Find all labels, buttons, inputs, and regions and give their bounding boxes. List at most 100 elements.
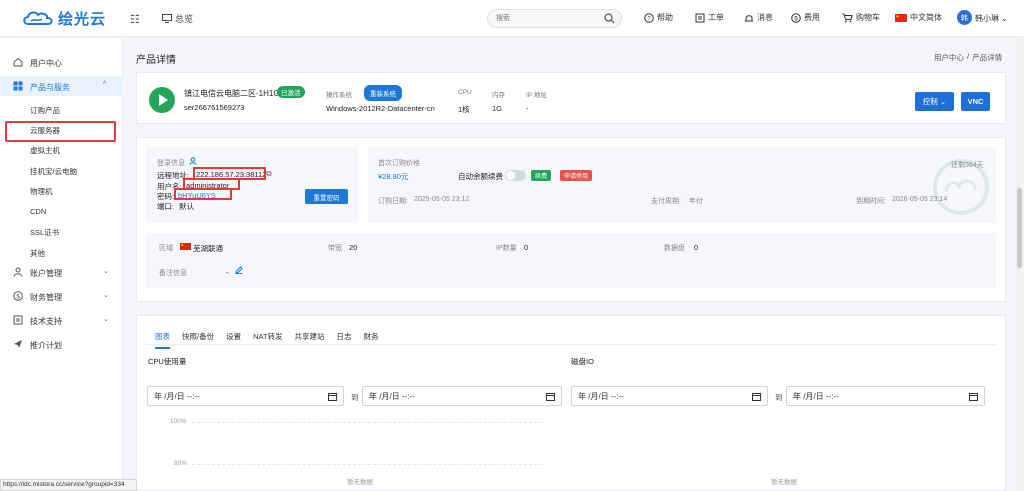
sidebar-item-finance[interactable]: $ 财务管理 ⌄ bbox=[0, 286, 123, 306]
sidebar-item-referral[interactable]: 推介计划 bbox=[0, 334, 123, 354]
tab-settings[interactable]: 设置 bbox=[226, 331, 241, 349]
money-icon: $ bbox=[13, 291, 23, 301]
overview-link[interactable]: 总览 bbox=[162, 12, 193, 25]
tab-logs[interactable]: 日志 bbox=[337, 331, 352, 349]
menu-toggle-icon[interactable]: ☷ bbox=[130, 13, 140, 26]
remark-value: - bbox=[226, 268, 229, 277]
cpu-label: CPU bbox=[458, 89, 472, 96]
tab-snapshot[interactable]: 快照/备份 bbox=[182, 331, 214, 349]
calendar-icon[interactable] bbox=[546, 392, 555, 401]
extra-info-panel bbox=[146, 233, 996, 288]
sidebar-subitem-other[interactable]: 其他 bbox=[30, 248, 45, 259]
date-value: 年 /月/日 --:-- bbox=[793, 391, 839, 401]
tab-divider bbox=[146, 344, 996, 345]
sidebar-item-account[interactable]: 账户管理 ⌄ bbox=[0, 262, 123, 282]
date-value: 年 /月/日 --:-- bbox=[578, 391, 624, 401]
search-input[interactable] bbox=[488, 10, 598, 27]
user-menu[interactable]: 韩小琳 ⌄ bbox=[975, 13, 1008, 24]
copy-icon[interactable]: ⧉ bbox=[266, 169, 272, 179]
avatar[interactable]: 韩 bbox=[957, 10, 972, 25]
sidebar-subitem-virtual-host[interactable]: 虚拟主机 bbox=[30, 145, 60, 156]
sidebar-subitem-cloud-pc[interactable]: 挂机宝/云电脑 bbox=[30, 166, 77, 177]
date-value: 年 /月/日 --:-- bbox=[154, 391, 200, 401]
tab-shared-site[interactable]: 共享建站 bbox=[295, 331, 325, 349]
sidebar-subitem-cdn[interactable]: CDN bbox=[30, 207, 46, 216]
ticket-label: 工单 bbox=[708, 13, 724, 22]
product-id: ser266761569273 bbox=[184, 103, 245, 112]
bell-icon bbox=[745, 14, 753, 21]
language-switch[interactable]: 中文简体 bbox=[895, 12, 942, 23]
auto-renew-label: 自动余额续费 bbox=[458, 172, 503, 181]
language-label: 中文简体 bbox=[910, 13, 942, 22]
disk-start-date-input[interactable]: 年 /月/日 --:-- bbox=[571, 386, 768, 406]
reset-password-button[interactable]: 重置密码 bbox=[305, 189, 348, 204]
sidebar-item-label: 技术支持 bbox=[30, 317, 62, 326]
tab-charts[interactable]: 图表 bbox=[155, 331, 170, 349]
grid-icon bbox=[13, 81, 23, 91]
sidebar-subitem-ssl[interactable]: SSL证书 bbox=[30, 227, 59, 238]
sidebar-subitem-order[interactable]: 订购产品 bbox=[30, 105, 60, 116]
remaining-days: 还剩364天 bbox=[951, 162, 984, 169]
chevron-up-icon: ^ bbox=[103, 81, 107, 88]
cancel-service-button[interactable]: 申请停用 bbox=[560, 170, 593, 181]
sidebar-subitem-physical[interactable]: 物理机 bbox=[30, 186, 53, 197]
chevron-down-icon: ⌄ bbox=[103, 316, 109, 323]
disk-label: 数据盘 bbox=[664, 245, 685, 252]
sidebar-item-label: 产品与服务 bbox=[30, 83, 70, 92]
auto-renew-toggle[interactable] bbox=[505, 170, 526, 181]
breadcrumb-home[interactable]: 用户中心 bbox=[934, 52, 964, 63]
cpu-start-date-input[interactable]: 年 /月/日 --:-- bbox=[147, 386, 344, 406]
cycle-value: 年付 bbox=[689, 198, 703, 205]
logo[interactable]: 绘光云 bbox=[22, 8, 106, 29]
expire-value: 2026-05-05 23:14 bbox=[892, 196, 948, 203]
cpu-chart-title: CPU使用量 bbox=[148, 357, 187, 366]
ip-count-value: 0 bbox=[524, 243, 529, 252]
fees-link[interactable]: $ 费用 bbox=[791, 12, 820, 23]
region-label: 区域 bbox=[159, 245, 173, 252]
page-scrollbar[interactable] bbox=[1015, 38, 1024, 491]
price-value: ¥28.80元 bbox=[378, 172, 409, 181]
cart-label: 购物车 bbox=[856, 13, 880, 22]
ip-value: - bbox=[526, 104, 529, 113]
disk-value: 0 bbox=[694, 243, 699, 252]
calendar-icon[interactable] bbox=[328, 392, 337, 401]
reinstall-button[interactable]: 重装系统 bbox=[364, 85, 402, 101]
calendar-icon[interactable] bbox=[752, 392, 761, 401]
calendar-icon[interactable] bbox=[969, 392, 978, 401]
vnc-button[interactable]: VNC bbox=[961, 92, 990, 111]
bandwidth-value: 20 bbox=[349, 243, 358, 252]
breadcrumb: 用户中心 / 产品详情 bbox=[934, 52, 1002, 63]
sidebar-item-user-center[interactable]: 用户中心 bbox=[0, 52, 123, 72]
search-box[interactable] bbox=[487, 9, 622, 28]
edit-icon[interactable] bbox=[235, 266, 243, 274]
tab-finance[interactable]: 财务 bbox=[364, 331, 379, 349]
home-icon bbox=[13, 57, 23, 67]
disk-end-date-input[interactable]: 年 /月/日 --:-- bbox=[786, 386, 985, 406]
os-value: Windows-2012R2-Datacenter-cn bbox=[326, 104, 435, 113]
china-flag-icon bbox=[180, 243, 191, 250]
highlight-box bbox=[5, 121, 116, 142]
tab-nat[interactable]: NAT转发 bbox=[253, 331, 282, 349]
breadcrumb-current: 产品详情 bbox=[972, 53, 1003, 62]
yen-icon: $ bbox=[791, 12, 801, 23]
user-outline-icon bbox=[189, 157, 197, 165]
chevron-down-icon: ⌄ bbox=[103, 292, 109, 299]
help-link[interactable]: ? 帮助 bbox=[644, 12, 673, 23]
cycle-label: 支付周期: bbox=[651, 198, 681, 205]
ticket-link[interactable]: 工单 bbox=[695, 12, 724, 23]
sidebar-item-label: 推介计划 bbox=[30, 341, 62, 350]
y-axis-tick: 80% bbox=[174, 460, 188, 467]
cart-link[interactable]: 购物车 bbox=[842, 12, 880, 23]
top-bar: 绘光云 ☷ 总览 ? 帮助 工单 消息 $ 费用 购物车 中文简体 韩 韩小琳 … bbox=[0, 0, 1024, 37]
message-link[interactable]: 消息 bbox=[744, 12, 773, 23]
search-icon[interactable] bbox=[604, 13, 615, 24]
control-button[interactable]: 控制 ⌄ bbox=[915, 92, 954, 111]
order-date-label: 订购日期: bbox=[378, 198, 408, 205]
cpu-end-date-input[interactable]: 年 /月/日 --:-- bbox=[362, 386, 562, 406]
renew-button[interactable]: 续费 bbox=[531, 170, 552, 181]
chevron-down-icon: ⌄ bbox=[1001, 14, 1008, 23]
scrollbar-thumb[interactable] bbox=[1017, 188, 1022, 268]
sidebar-item-support[interactable]: 技术支持 ⌄ bbox=[0, 310, 123, 330]
sidebar-item-products[interactable]: 产品与服务 ^ bbox=[0, 76, 123, 96]
power-status-icon[interactable] bbox=[149, 87, 175, 113]
